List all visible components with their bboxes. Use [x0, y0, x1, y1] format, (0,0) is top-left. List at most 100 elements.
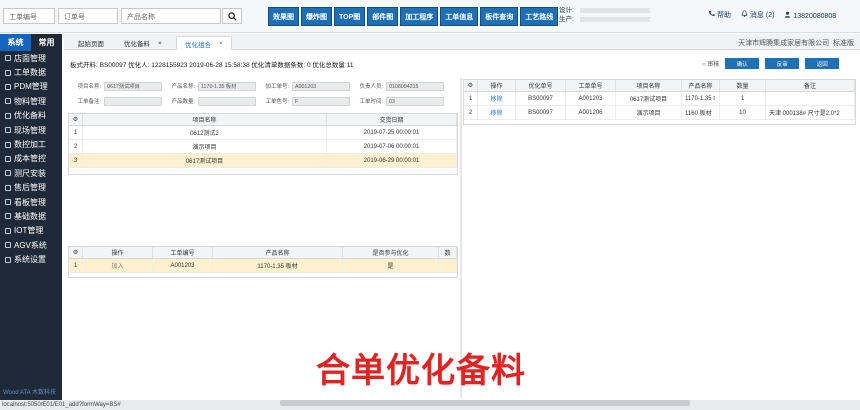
tab-home[interactable]: 起始页面 — [70, 36, 112, 50]
tab-optimize-combine[interactable]: 优化组合 × — [176, 36, 232, 50]
project-name-cell: 0612测试2 — [83, 126, 327, 139]
sidebar-item-pdm[interactable]: PDM管理 — [0, 80, 62, 94]
brand-logo: Wood ATA 木数科技 — [3, 390, 57, 396]
row-number: 2 — [69, 140, 83, 153]
sidebar-item-measure[interactable]: 测尺安装 — [0, 166, 62, 180]
order-remark-field[interactable] — [104, 97, 162, 106]
material-icon — [5, 98, 11, 105]
work-order-icon — [5, 69, 11, 76]
settings-icon[interactable]: ⚙ — [69, 247, 83, 258]
order-number-cell: A001206 — [566, 106, 616, 119]
settings-icon[interactable]: ⚙ — [464, 80, 478, 91]
table-header: ⚙ 操作 工单编号 产品名称 是否参与优化 数 — [69, 247, 457, 259]
form-row-1: 项目名称: 0617测试项目 产品名称: 1170-1.35 板材 加工单号: A00… — [68, 82, 458, 93]
effect-diagram-button[interactable]: 效果图 — [268, 7, 299, 26]
sidebar-item-material[interactable]: 物料管理 — [0, 94, 62, 108]
measure-icon — [5, 170, 11, 177]
table-row[interactable]: 1 0612测试2 2019-07-25 00:00:01 — [69, 126, 457, 140]
return-button[interactable]: 返回 — [805, 58, 840, 69]
tab-optimize-material[interactable]: 优化备料 × — [116, 36, 170, 50]
table-header: ⚙ 项目名称 交货日期 — [69, 114, 457, 126]
review-label: 审核 — [707, 62, 720, 68]
form-label: 工单备注: — [77, 99, 101, 105]
sidebar-item-cnc[interactable]: 数控加工 — [0, 137, 62, 151]
user-phone: 13820080808 — [793, 12, 837, 20]
product-name-cell: 1170-1.35 t — [682, 92, 720, 105]
remove-link[interactable]: 移除 — [478, 92, 516, 105]
table-row[interactable]: 2 演示项目 2019-07-06 00:00:01 — [69, 140, 457, 154]
top-diagram-button[interactable]: TOP图 — [334, 7, 366, 26]
sidebar-item-settings[interactable]: 系统设置 — [0, 252, 62, 266]
project-name-field[interactable]: 0617测试项目 — [104, 82, 162, 91]
remark-cell — [766, 92, 855, 105]
process-order-field[interactable]: A001203 — [292, 82, 350, 91]
sidebar-item-work-order[interactable]: 工单数据 — [0, 65, 62, 79]
form-label: 加工单号: — [265, 84, 289, 90]
order-number-search-input[interactable]: 订单号 — [58, 8, 118, 24]
column-header: 是否参与优化 — [343, 247, 439, 258]
panel-query-button[interactable]: 板件查询 — [480, 7, 519, 26]
work-order-table: ⚙ 操作 工单编号 产品名称 是否参与优化 数 1 加入 A001203 117… — [68, 246, 458, 278]
remove-link[interactable]: 移除 — [478, 106, 516, 119]
work-order-search-input[interactable]: 工单编号 — [3, 8, 55, 24]
review-checkbox[interactable]: ○ 审核 — [702, 59, 719, 68]
sidebar-item-cost[interactable]: 成本管控 — [0, 152, 62, 166]
user-icon — [785, 11, 791, 18]
confirm-button[interactable]: 确认 — [725, 58, 760, 69]
sidebar-item-site[interactable]: 现场管理 — [0, 123, 62, 137]
explode-diagram-button[interactable]: 爆炸图 — [301, 7, 332, 26]
settings-icon[interactable]: ⚙ — [69, 114, 83, 125]
product-name-cell: 1170-1.35 板材 — [213, 259, 343, 272]
table-row[interactable]: 1 移除 BS00097 A001203 0617测试项目 1170-1.35 … — [464, 92, 855, 106]
work-order-info-button[interactable]: 工单信息 — [440, 7, 479, 26]
sidebar-item-iot[interactable]: IOT管理 — [0, 224, 62, 238]
column-header: 备注 — [766, 80, 855, 91]
unreview-button[interactable]: 反审 — [765, 58, 800, 69]
order-time-field[interactable]: 03 — [386, 97, 444, 106]
person-field[interactable]: 0108094215 — [386, 82, 444, 91]
help-link[interactable]: 帮助 — [708, 10, 731, 20]
sidebar-item-agv[interactable]: AGV系统 — [0, 238, 62, 252]
user-account[interactable]: 13820080808 — [784, 11, 836, 20]
sidebar-tab-system[interactable]: 系统 — [0, 34, 31, 51]
product-name-field[interactable]: 1170-1.35 板材 — [198, 82, 256, 91]
search-icon — [227, 11, 237, 21]
sidebar-item-optimize[interactable]: 优化备料 — [0, 109, 62, 123]
column-header: 操作 — [83, 247, 153, 258]
search-button[interactable] — [222, 8, 242, 24]
machining-program-button[interactable]: 加工程序 — [400, 7, 439, 26]
close-icon[interactable]: × — [158, 40, 162, 47]
sidebar-tab-common[interactable]: 常用 — [31, 34, 62, 51]
part-diagram-button[interactable]: 部件图 — [367, 7, 399, 26]
add-link[interactable]: 加入 — [83, 259, 153, 272]
sidebar-item-store[interactable]: 店面管理 — [0, 51, 62, 65]
order-number-cell: A001203 — [153, 259, 213, 272]
process-route-button[interactable]: 工艺路线 — [520, 7, 559, 26]
optimize-icon — [5, 112, 11, 119]
horizontal-scrollbar[interactable] — [280, 400, 690, 406]
color-code-field[interactable]: F — [292, 97, 350, 106]
sidebar-item-board[interactable]: 看板管理 — [0, 195, 62, 209]
design-produce-info: 设计: 生产: — [559, 6, 574, 24]
table-row-selected[interactable]: 3 0617测试项目 2019-06-29 00:00:01 — [69, 154, 457, 168]
sidebar-item-label: 工单数据 — [14, 68, 46, 78]
tab-label: 优化组合 — [185, 41, 211, 49]
messages-link[interactable]: 消息 (2) — [741, 10, 774, 20]
sidebar-tabs: 系统 常用 — [0, 34, 62, 51]
tab-label: 优化备料 — [124, 41, 150, 48]
close-icon[interactable]: × — [219, 40, 223, 47]
sidebar-item-aftersale[interactable]: 售后管理 — [0, 181, 62, 195]
product-name-search-input[interactable]: 产品名称 — [121, 8, 221, 24]
design-label: 设计: — [559, 7, 574, 14]
table-row-selected[interactable]: 1 加入 A001203 1170-1.35 板材 是 — [69, 259, 457, 273]
cnc-icon — [5, 141, 11, 148]
site-icon — [5, 127, 11, 134]
sidebar-item-base-data[interactable]: 基础数据 — [0, 209, 62, 223]
sidebar-item-label: 系统设置 — [14, 255, 46, 265]
sidebar-item-label: 售后管理 — [14, 183, 46, 193]
product-name-cell: 1160 板材 — [682, 106, 720, 119]
sidebar-item-label: 成本管控 — [14, 154, 46, 164]
store-icon — [5, 55, 11, 62]
table-row[interactable]: 2 移除 BS00097 A001206 演示项目 1160 板材 10 天津 … — [464, 106, 855, 120]
product-qty-field[interactable] — [198, 97, 256, 106]
